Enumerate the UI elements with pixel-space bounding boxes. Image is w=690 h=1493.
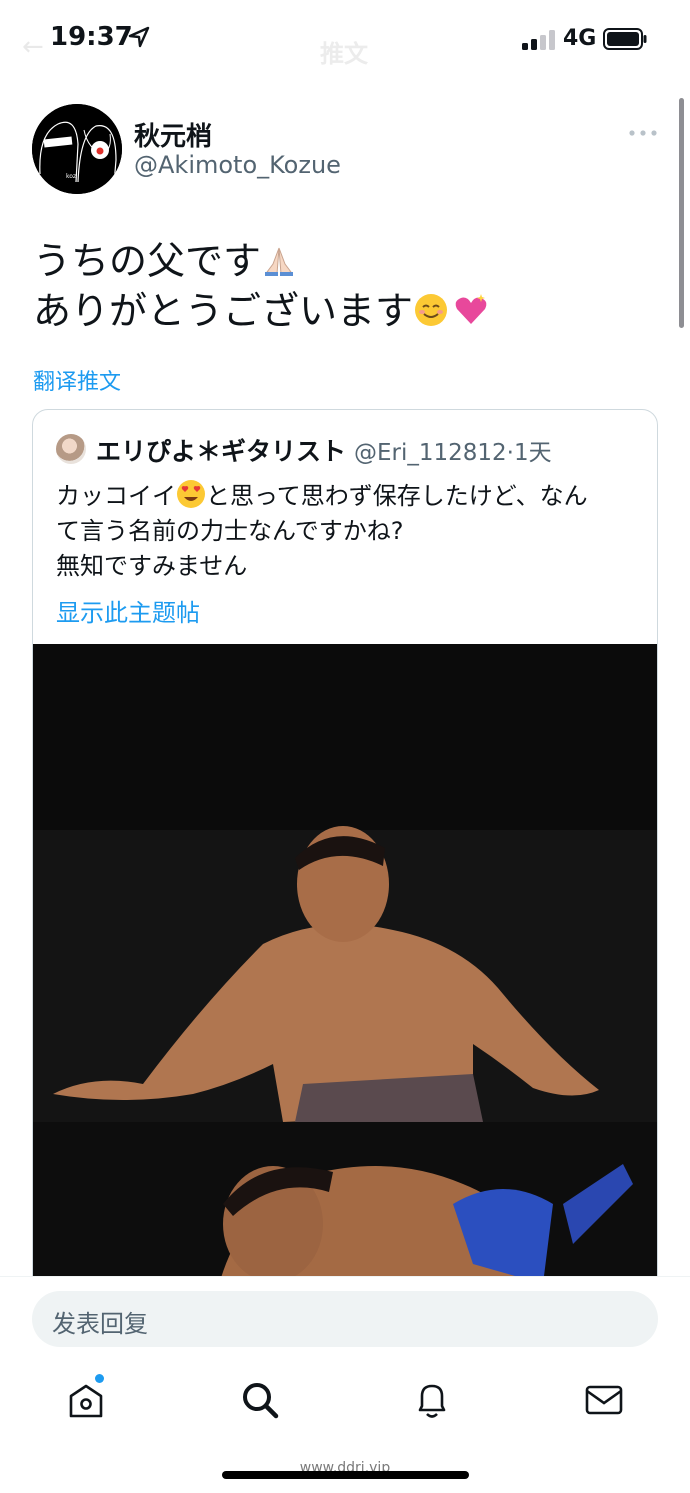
quote-text: カッコイイ [56, 482, 176, 510]
author-handle[interactable]: @Akimoto_Kozue [134, 151, 341, 179]
avatar[interactable]: koz [32, 104, 122, 194]
mail-icon[interactable] [582, 1378, 626, 1422]
home-icon[interactable] [64, 1378, 108, 1422]
smiling-face-emoji [415, 294, 448, 326]
quote-text-line-3: 無知ですみません [56, 552, 248, 580]
sparkling-heart-emoji [455, 294, 487, 324]
show-thread-link[interactable]: 显示此主题帖 [56, 593, 200, 628]
translate-tweet-link[interactable]: 翻译推文 [33, 364, 121, 396]
battery-icon [603, 28, 647, 50]
tweet-text: ありがとうございます [33, 289, 414, 333]
author-name[interactable]: 秋元梢 [134, 116, 212, 153]
more-options-icon[interactable] [628, 128, 658, 138]
tweet-text-line-1: うちの父です [33, 230, 297, 285]
unread-indicator [95, 1374, 104, 1383]
scrollbar[interactable] [679, 98, 684, 328]
back-arrow-icon[interactable]: ← [22, 32, 44, 62]
status-time: 19:37 [50, 22, 133, 52]
bell-icon[interactable] [410, 1378, 454, 1422]
quoted-tweet-card[interactable]: エリぴよ＊ギタリスト @Eri_112812·1天 カッコイイ と思って思わず保… [32, 409, 658, 1309]
quote-text-line-1: カッコイイ と思って思わず保存したけど、なん [56, 476, 646, 511]
home-indicator[interactable] [222, 1471, 469, 1479]
avatar-text: koz [66, 173, 76, 180]
cellular-signal-icon [522, 30, 555, 50]
network-type: 4G [563, 26, 597, 51]
quote-timestamp: 1天 [513, 440, 552, 466]
heart-eyes-emoji [177, 480, 205, 508]
quote-text: と思って思わず保存したけど、なん [206, 482, 588, 510]
folded-hands-emoji [265, 247, 294, 276]
quote-separator: · [506, 440, 514, 466]
reply-input[interactable]: 发表回复 [32, 1291, 658, 1347]
quote-text-line-2: て言う名前の力士なんですかね? [56, 517, 404, 545]
page-title: 推文 [320, 40, 368, 68]
tweet-text-line-2: ありがとうございます [33, 280, 489, 335]
search-icon[interactable] [238, 1378, 282, 1422]
tweet-text: うちの父です [33, 239, 262, 283]
reply-placeholder: 发表回复 [52, 1310, 148, 1338]
quote-header: エリぴよ＊ギタリスト @Eri_112812·1天 [96, 432, 552, 468]
quote-author-name[interactable]: エリぴよ＊ギタリスト [96, 437, 346, 466]
quote-avatar[interactable] [56, 434, 86, 464]
sumo-wrestler-photo[interactable] [33, 644, 657, 1308]
quote-author-handle[interactable]: @Eri_112812 [354, 440, 507, 466]
location-arrow-icon [128, 26, 150, 48]
status-bar: ← 19:37 推文 4G [0, 0, 690, 80]
